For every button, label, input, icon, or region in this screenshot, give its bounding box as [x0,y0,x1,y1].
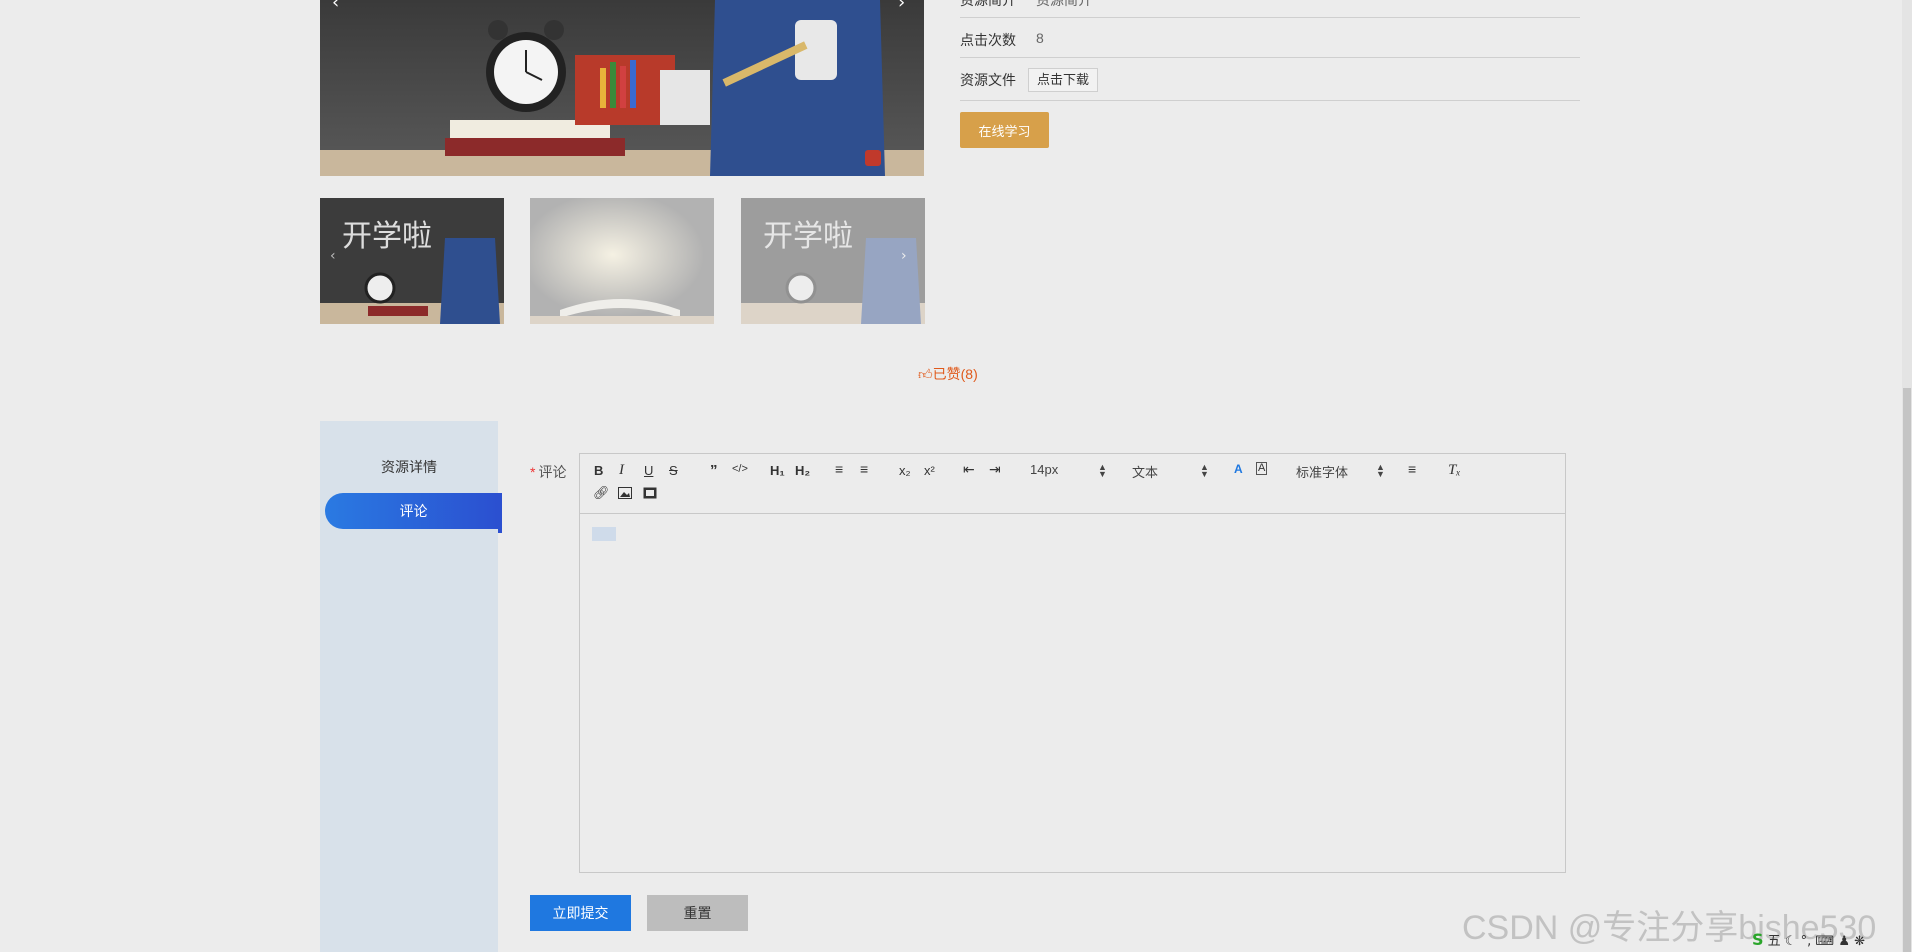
font-family-select[interactable]: 标准字体 ▲ ▼ [1296,462,1385,481]
carousel-prev-icon[interactable]: ‹ [332,0,339,13]
file-label: 资源文件 [960,72,1016,88]
carousel-main-image[interactable]: ‹ › [320,0,924,176]
info-row-file: 资源文件 点击下载 [960,58,1580,101]
link-icon[interactable]: 🔗︎ [593,485,610,501]
scrollbar-thumb[interactable] [1903,388,1911,952]
heading-value: 文本 [1132,465,1159,480]
keyboard-icon: ⌨ [1815,934,1835,949]
outdent-icon[interactable]: ⇤ [963,461,975,478]
tab-resource-details[interactable]: 资源详情 [320,457,498,477]
info-row-clicks: 点击次数 8 [960,18,1580,58]
thumb-prev-icon[interactable]: ‹ [330,248,336,264]
select-caret-icon: ▲ ▼ [1098,462,1107,479]
clicks-value: 8 [1036,30,1044,46]
bold-icon[interactable]: B [594,463,603,478]
selection-highlight [592,527,616,541]
h1-icon[interactable]: H₁ [770,463,785,478]
thumbnail-image: 开学啦 [320,198,504,324]
select-caret-icon: ▲ ▼ [1200,462,1209,479]
font-size-value: 14px [1030,462,1059,477]
info-row-intro: 资源简介 资源简介 [960,0,1580,18]
carousel-thumbnail[interactable]: 开学啦 › [741,198,925,324]
comment-field-label: * 评论 [530,462,566,482]
tab-comment[interactable]: 评论 [325,493,502,533]
moon-icon: ☾ [1784,934,1797,949]
bullet-list-icon[interactable]: ≡ [860,461,868,477]
editor-toolbar: B I U S ” </> H₁ H₂ ≡ ≡ x₂ x² ⇤ ⇥ 14px ▲… [580,454,1565,514]
superscript-icon[interactable]: x² [924,463,935,478]
comment-label-text: 评论 [538,464,567,480]
heading-select[interactable]: 文本 ▲ ▼ [1132,462,1212,481]
like-button[interactable]: 👍︎已赞(8) [918,364,978,384]
svg-text:开学啦: 开学啦 [342,219,432,254]
blockquote-icon[interactable]: ” [710,462,718,479]
intro-value: 资源简介 [1036,0,1092,8]
punctuation-icon: °, [1800,934,1812,949]
ime-logo: S [1752,930,1764,949]
rich-text-editor[interactable]: B I U S ” </> H₁ H₂ ≡ ≡ x₂ x² ⇤ ⇥ 14px ▲… [579,453,1566,873]
submit-button[interactable]: 立即提交 [530,895,631,931]
video-icon[interactable] [643,487,657,499]
carousel-next-icon[interactable]: › [898,0,905,13]
underline-icon[interactable]: U [644,463,653,478]
settings-icon: ❋ [1854,934,1866,949]
user-icon: ♟ [1838,934,1850,949]
thumb-next-icon[interactable]: › [901,248,907,264]
carousel-thumbnail[interactable]: 开学啦 ‹ [320,198,504,324]
ordered-list-icon[interactable]: ≡ [835,461,843,477]
download-button[interactable]: 点击下载 [1028,68,1099,92]
font-color-icon[interactable]: A [1234,462,1243,476]
online-learning-button[interactable]: 在线学习 [960,112,1049,148]
strikethrough-icon[interactable]: S [669,463,678,478]
font-size-select[interactable]: 14px ▲ ▼ [1030,462,1110,479]
carousel-thumbnail[interactable] [530,198,714,324]
intro-label: 资源简介 [960,0,1016,8]
code-icon[interactable]: </> [732,463,748,475]
thumbs-up-icon: 👍︎ [918,366,933,382]
detail-sidebar: 资源详情 评论 [320,421,502,952]
ime-tray: S 五 ☾ °, ⌨ ♟ ❋ [1752,930,1865,949]
clicks-label: 点击次数 [960,32,1016,48]
h2-icon[interactable]: H₂ [795,463,810,478]
font-family-value: 标准字体 [1296,465,1349,480]
background-color-icon[interactable]: A [1256,462,1268,475]
align-icon[interactable]: ≡ [1408,461,1416,477]
required-mark: * [530,464,536,480]
subscript-icon[interactable]: x₂ [899,463,911,478]
image-icon[interactable] [618,487,632,499]
select-caret-icon: ▲ ▼ [1376,462,1385,479]
reset-button[interactable]: 重置 [647,895,748,931]
page-scrollbar[interactable] [1902,0,1912,952]
like-text: 已赞(8) [932,366,978,382]
indent-icon[interactable]: ⇥ [989,461,1001,478]
back-to-school-image [320,0,924,176]
editor-content-area[interactable] [580,515,1565,872]
italic-icon[interactable]: I [619,462,624,479]
ime-mode: 五 [1767,934,1781,949]
clear-format-icon[interactable]: Tₓ [1448,462,1461,479]
